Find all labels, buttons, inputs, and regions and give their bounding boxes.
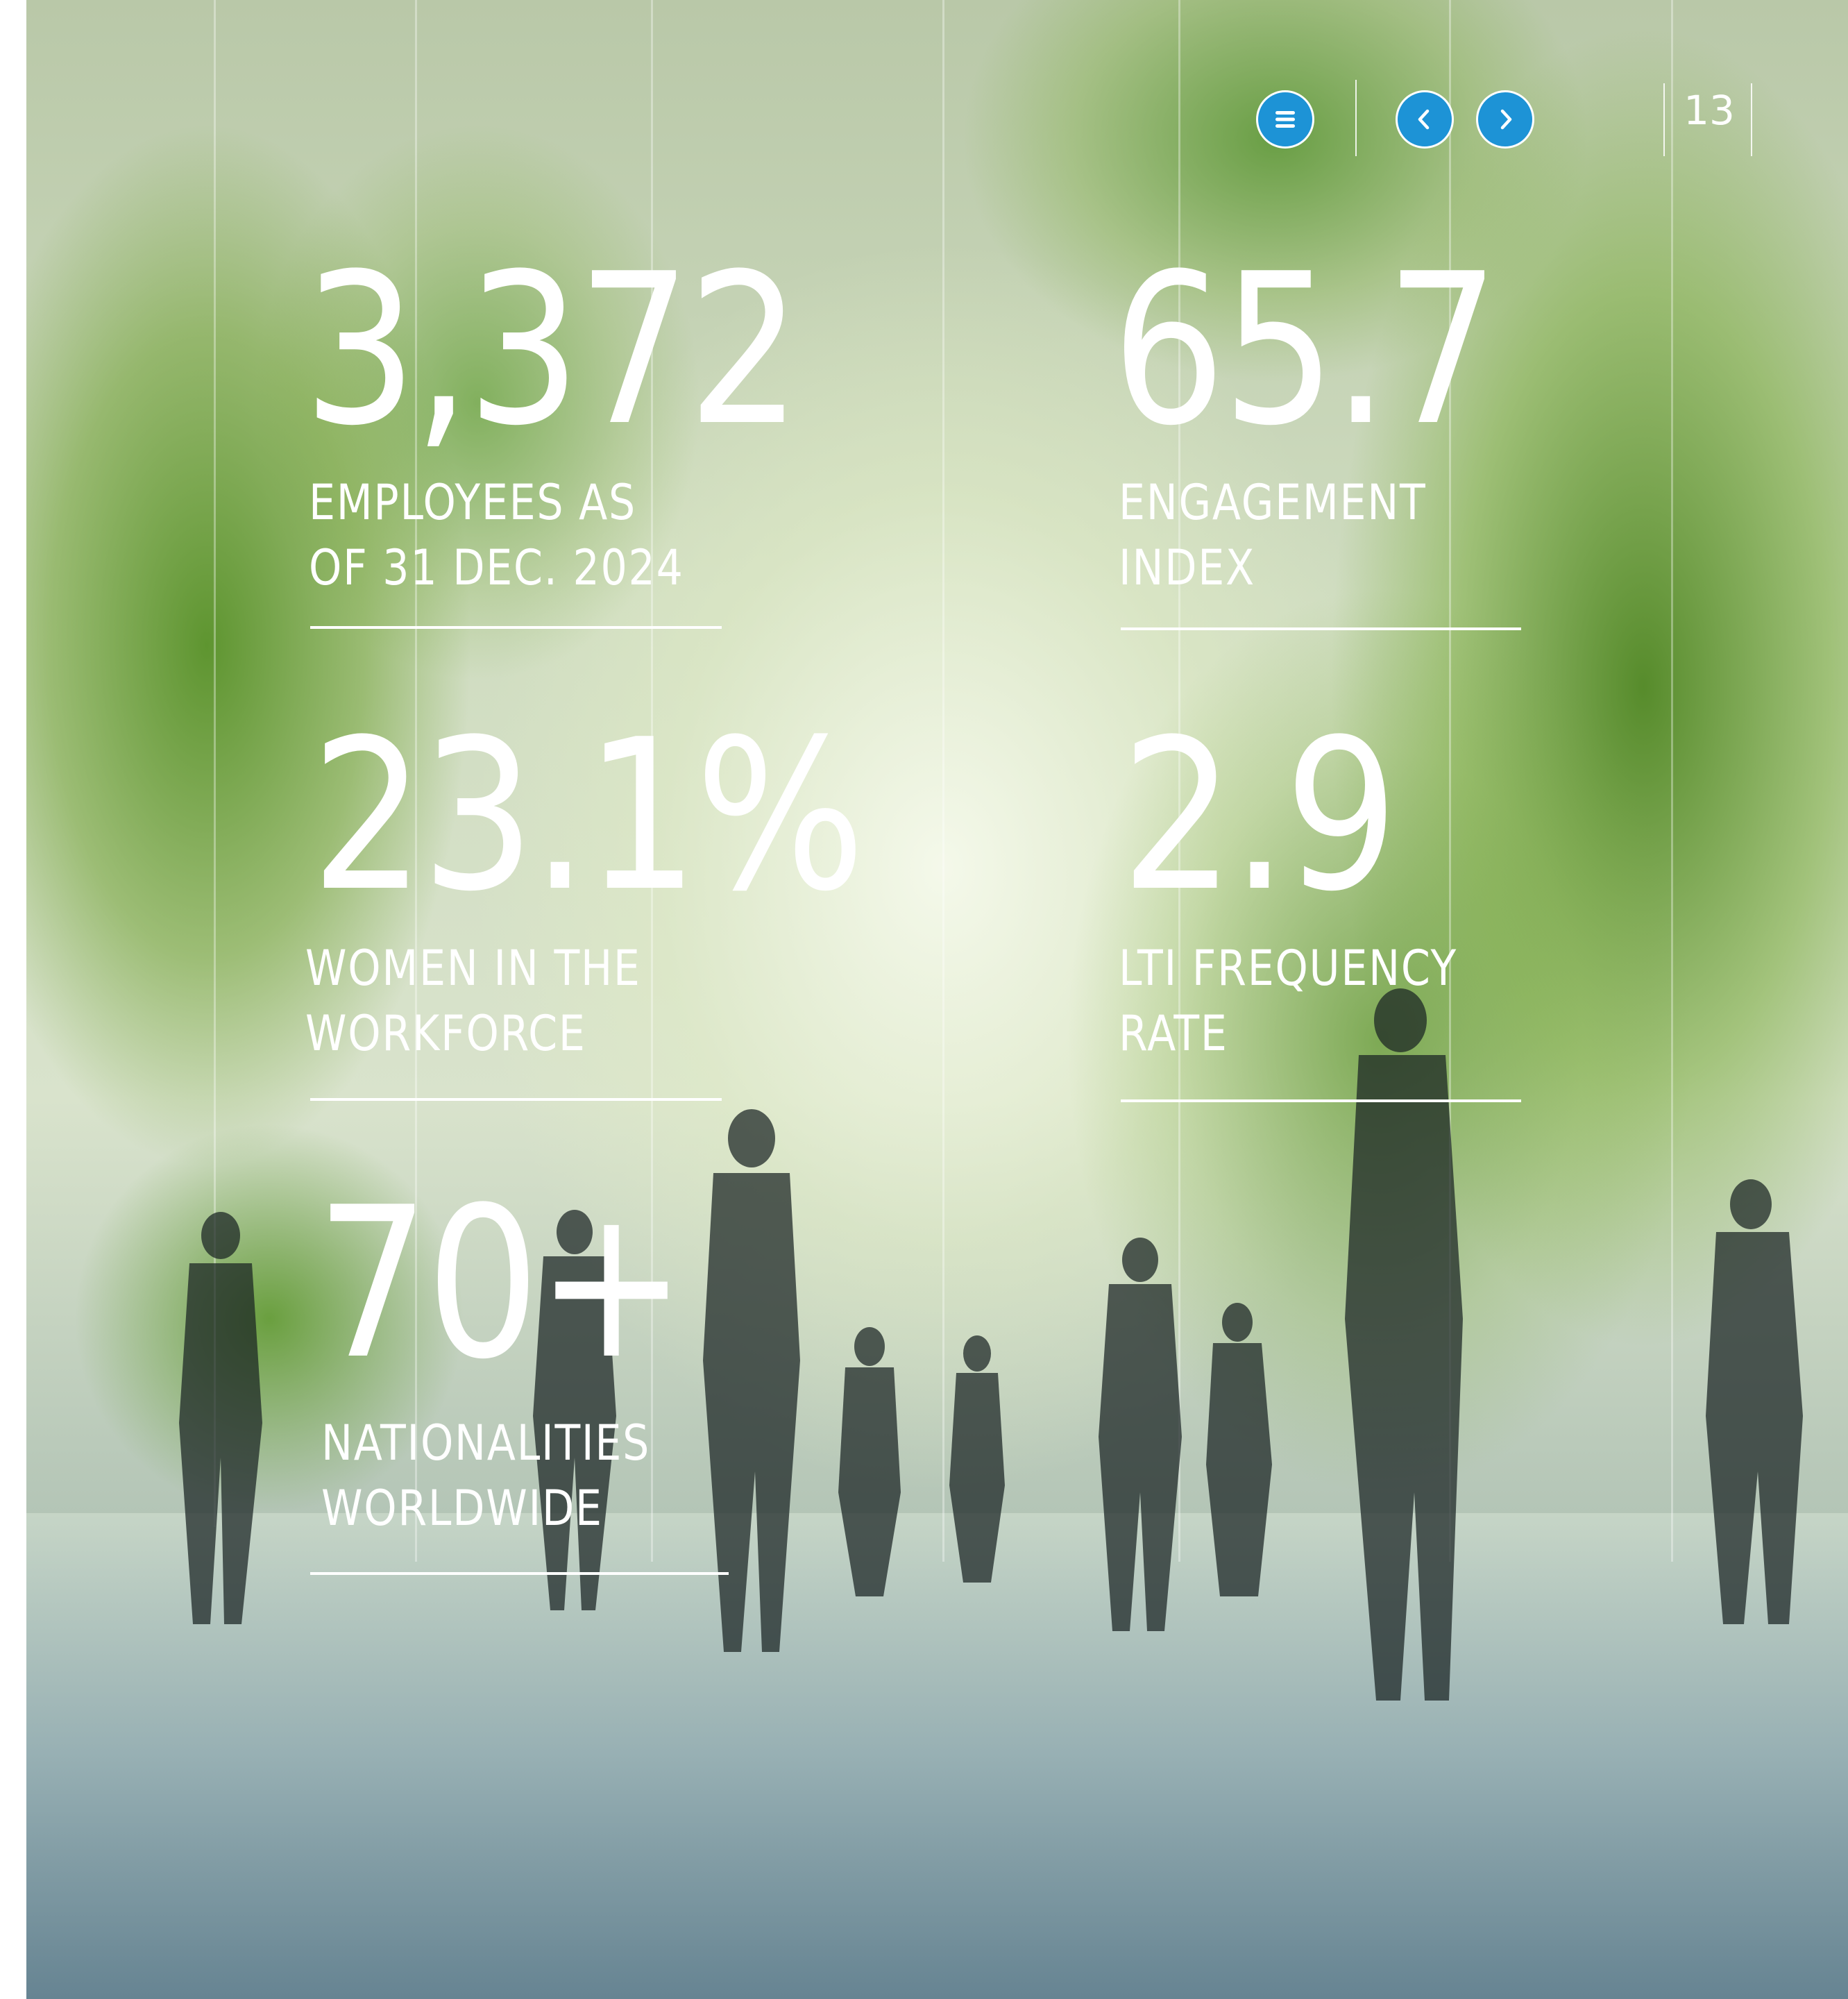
- next-page-button[interactable]: [1476, 90, 1534, 149]
- stat-divider-lti: [1121, 1099, 1521, 1102]
- nav-divider: [1355, 80, 1357, 156]
- stat-value-women: 23.1%: [311, 695, 865, 937]
- stat-divider-engagement: [1121, 627, 1521, 630]
- stat-label-engagement: ENGAGEMENT INDEX: [1119, 474, 1427, 596]
- background-photo: [26, 0, 1848, 1999]
- page-number-divider-right: [1751, 83, 1752, 156]
- previous-page-button[interactable]: [1396, 90, 1454, 149]
- stat-value-employees: 3,372: [303, 229, 802, 471]
- stat-label-lti: LTI FREQUENCY RATE: [1119, 940, 1458, 1062]
- chevron-left-icon: [1418, 109, 1430, 130]
- stat-value-nationalities: 70+: [316, 1163, 686, 1405]
- menu-icon: [1275, 111, 1295, 128]
- walking-people-illustration: [179, 988, 1803, 1701]
- chevron-right-icon: [1500, 109, 1512, 130]
- stat-value-lti: 2.9: [1121, 695, 1398, 937]
- stat-divider-nationalities: [310, 1572, 729, 1575]
- page-number: 13: [1684, 87, 1735, 134]
- stat-label-women: WOMEN IN THE WORKFORCE: [305, 940, 641, 1062]
- stat-divider-employees: [310, 626, 722, 629]
- page-margin: [0, 0, 26, 1999]
- stat-label-nationalities: NATIONALITIES WORLDWIDE: [321, 1415, 651, 1537]
- menu-button[interactable]: [1256, 90, 1314, 149]
- stat-value-engagement: 65.7: [1112, 229, 1500, 471]
- stat-divider-women: [310, 1098, 722, 1101]
- stat-label-employees: EMPLOYEES AS OF 31 DEC. 2024: [309, 474, 684, 596]
